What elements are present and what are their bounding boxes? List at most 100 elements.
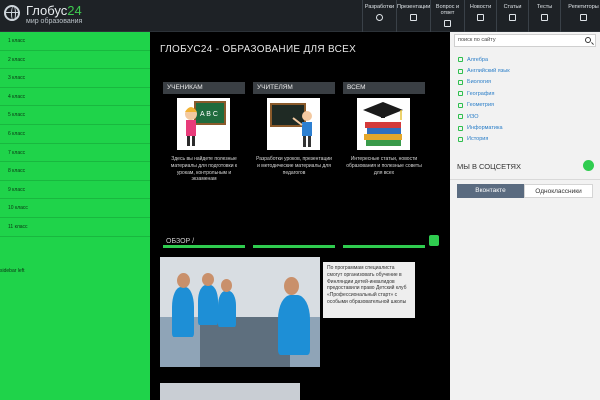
category-header[interactable]: ВСЕМ xyxy=(343,82,425,94)
social-tabs: Вконтакте Одноклассники xyxy=(457,184,593,198)
right-panel: поиск по сайту Алгебра Английский язык Б… xyxy=(450,32,600,400)
nav-item-prezentacii[interactable]: Презентации xyxy=(396,0,430,32)
sidebar: 1 класс 2 класс 3 класс 4 класс 5 класс … xyxy=(0,32,150,400)
sidebar-item-grade-3[interactable]: 3 класс xyxy=(0,69,150,88)
search-input[interactable]: поиск по сайту xyxy=(454,34,596,47)
subject-geometry[interactable]: Геометрия xyxy=(458,100,510,111)
tab-vkontakte[interactable]: Вконтакте xyxy=(457,184,524,198)
books-illustration xyxy=(357,98,410,150)
subject-history[interactable]: История xyxy=(458,134,510,145)
photo-head xyxy=(284,277,299,295)
social-title: МЫ В СОЦСЕТЯХ xyxy=(457,162,521,171)
subject-label: Геометрия xyxy=(467,102,495,109)
subject-list: Алгебра Английский язык Биология Географ… xyxy=(458,54,510,145)
algebra-icon xyxy=(458,57,463,63)
search-icon[interactable] xyxy=(585,37,591,43)
nav-label: Разработки xyxy=(364,4,395,10)
news-photo[interactable] xyxy=(160,257,320,367)
sidebar-footer-label: sidebar left xyxy=(0,268,25,274)
sidebar-item-grade-1[interactable]: 1 класс xyxy=(0,32,150,51)
sidebar-item-grade-5[interactable]: 5 класс xyxy=(0,106,150,125)
nav-item-stati[interactable]: Статьи xyxy=(496,0,528,32)
photo-person xyxy=(198,285,218,325)
subject-english[interactable]: Английский язык xyxy=(458,65,510,76)
brand-title[interactable]: Глобус24 xyxy=(26,4,82,18)
news-photo-2[interactable] xyxy=(160,383,300,400)
film-icon xyxy=(410,14,417,21)
subject-algebra[interactable]: Алгебра xyxy=(458,54,510,65)
photo-person xyxy=(172,287,194,337)
subject-label: Информатика xyxy=(467,125,503,132)
student-illustration: A B C xyxy=(177,98,230,150)
nav-label: Статьи xyxy=(503,4,522,10)
globe-logo-icon[interactable] xyxy=(4,5,20,21)
nav-item-novosti[interactable]: Новости xyxy=(464,0,496,32)
nav-item-testy[interactable]: Тесты xyxy=(528,0,560,32)
category-header[interactable]: УЧИТЕЛЯМ xyxy=(253,82,335,94)
search-placeholder: поиск по сайту xyxy=(458,37,496,43)
informatics-icon xyxy=(458,125,463,131)
category-underline xyxy=(163,245,245,248)
category-underline xyxy=(253,245,335,248)
sidebar-item-grade-11[interactable]: 11 класс xyxy=(0,218,150,237)
divider xyxy=(450,179,600,180)
page-root: Глобус24 мир образования Разработки През… xyxy=(0,0,600,400)
nav-item-repetitory[interactable]: Репетиторы xyxy=(560,0,600,32)
subject-label: Английский язык xyxy=(467,68,510,75)
subject-label: Алгебра xyxy=(467,56,489,63)
photo-person xyxy=(218,291,236,327)
article-icon xyxy=(509,14,516,21)
social-share-icon[interactable] xyxy=(583,160,594,171)
category-text: Разработки уроков, презентации и методич… xyxy=(256,156,332,176)
subject-informatics[interactable]: Информатика xyxy=(458,122,510,133)
nav-label: Презентации xyxy=(397,4,431,10)
news-section-title: ОБЗОР / xyxy=(166,238,195,245)
category-text: Здесь вы найдете полезные материалы для … xyxy=(170,156,238,183)
brand-name: Глобус xyxy=(26,3,68,18)
sidebar-item-grade-10[interactable]: 10 класс xyxy=(0,199,150,218)
brand-subtitle: мир образования xyxy=(26,18,83,25)
subject-label: Биология xyxy=(467,79,492,86)
category-teachers[interactable]: УЧИТЕЛЯМ Разработки уроков, презентации … xyxy=(253,82,335,248)
subject-biology[interactable]: Биология xyxy=(458,77,510,88)
sidebar-item-grade-9[interactable]: 9 класс xyxy=(0,181,150,200)
question-icon xyxy=(444,20,451,27)
category-students[interactable]: УЧЕНИКАМ A B C Здесь вы найдете полезные… xyxy=(163,82,245,248)
nav-label: Тесты xyxy=(536,4,553,10)
photo-person xyxy=(278,295,310,355)
nav-item-razrabotki[interactable]: Разработки xyxy=(362,0,396,32)
sidebar-item-grade-6[interactable]: 6 класс xyxy=(0,125,150,144)
category-all[interactable]: ВСЕМ Интересные статьи, новости образова… xyxy=(343,82,425,248)
category-text: Интересные статьи, новости образования и… xyxy=(346,156,422,176)
nav-item-vopros[interactable]: Вопрос и ответ xyxy=(430,0,464,32)
subject-label: ИЗО xyxy=(467,113,479,120)
biology-icon xyxy=(458,79,463,85)
photo-head xyxy=(202,273,214,286)
brand-number: 24 xyxy=(67,3,82,18)
english-icon xyxy=(458,68,463,74)
subject-geography[interactable]: География xyxy=(458,88,510,99)
art-icon xyxy=(458,114,463,120)
teacher-illustration xyxy=(267,98,320,150)
sidebar-item-grade-7[interactable]: 7 класс xyxy=(0,144,150,163)
sidebar-item-grade-4[interactable]: 4 класс xyxy=(0,88,150,107)
category-header[interactable]: УЧЕНИКАМ xyxy=(163,82,245,94)
subject-label: География xyxy=(467,90,495,97)
document-icon[interactable] xyxy=(429,235,439,246)
photo-head xyxy=(221,279,232,292)
gear-icon xyxy=(376,14,383,21)
nav-label: Вопрос и ответ xyxy=(435,4,460,16)
tab-odnoklassniki[interactable]: Одноклассники xyxy=(524,184,593,198)
geometry-icon xyxy=(458,102,463,108)
news-excerpt[interactable]: По программам специалиста смогут организ… xyxy=(323,262,415,318)
svg-text:A B C: A B C xyxy=(200,111,218,118)
sidebar-item-grade-8[interactable]: 8 класс xyxy=(0,162,150,181)
news-icon xyxy=(477,14,484,21)
nav-label: Репетиторы xyxy=(568,4,599,10)
subject-label: История xyxy=(467,136,489,143)
subject-art[interactable]: ИЗО xyxy=(458,111,510,122)
sidebar-item-grade-2[interactable]: 2 класс xyxy=(0,51,150,70)
nav-label: Новости xyxy=(469,4,492,10)
header: Глобус24 мир образования Разработки През… xyxy=(0,0,600,32)
main-content: ГЛОБУС24 - ОБРАЗОВАНИЕ ДЛЯ ВСЕХ УЧЕНИКАМ… xyxy=(150,32,450,400)
